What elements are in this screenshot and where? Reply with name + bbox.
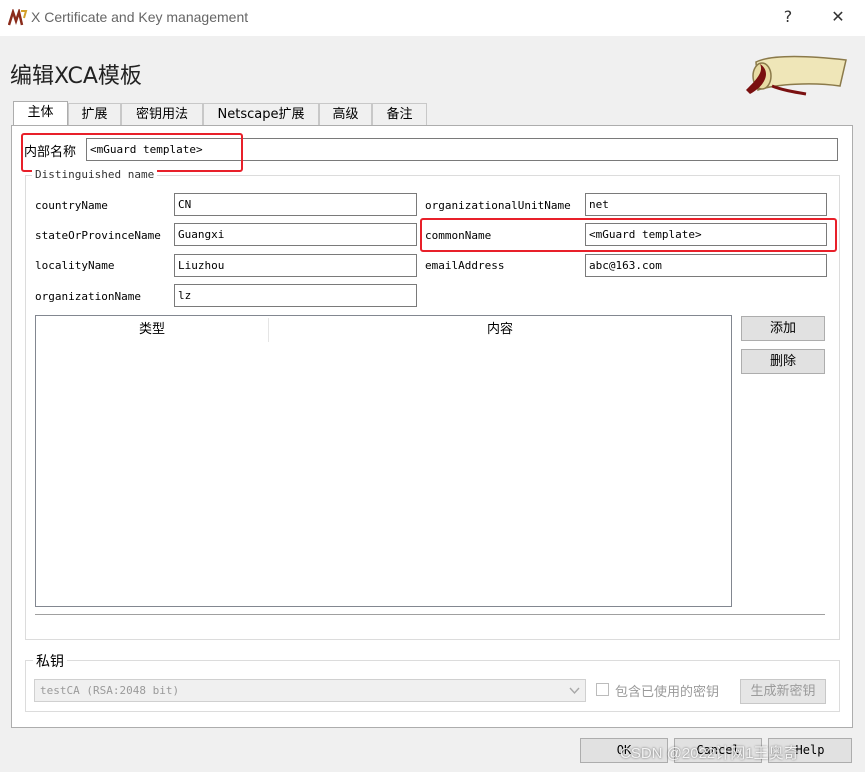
help-icon[interactable]: ? xyxy=(776,7,800,26)
scroll-logo-icon xyxy=(746,55,847,96)
organization-label: organizationName xyxy=(35,290,141,303)
country-name-input[interactable]: CN xyxy=(174,193,417,216)
locality-input[interactable]: Liuzhou xyxy=(174,254,417,277)
include-used-keys-checkbox[interactable] xyxy=(596,683,609,696)
csdn-watermark: CSDN @2022计网1王奥奇 xyxy=(620,745,799,762)
highlight-box-common-name xyxy=(420,218,837,252)
column-header-content[interactable]: 内容 xyxy=(269,316,731,344)
close-icon[interactable]: ✕ xyxy=(826,7,850,26)
state-input[interactable]: Guangxi xyxy=(174,223,417,246)
tab-extensions[interactable]: 扩展 xyxy=(68,103,121,125)
locality-label: localityName xyxy=(35,259,115,272)
tab-key-usage[interactable]: 密钥用法 xyxy=(121,103,203,125)
organization-input[interactable]: lz xyxy=(174,284,417,307)
private-key-select[interactable]: testCA (RSA:2048 bit) xyxy=(34,679,586,702)
state-label: stateOrProvinceName xyxy=(35,229,161,242)
private-key-selected-value: testCA (RSA:2048 bit) xyxy=(40,684,180,697)
country-name-label: countryName xyxy=(35,199,108,212)
email-label: emailAddress xyxy=(425,259,505,272)
xca-app-icon xyxy=(8,9,28,26)
column-header-type[interactable]: 类型 xyxy=(36,316,268,344)
highlight-box-internal-name xyxy=(21,133,243,172)
include-used-keys-label: 包含已使用的密钥 xyxy=(615,685,720,700)
org-unit-label: organizationalUnitName xyxy=(425,199,571,212)
distinguished-name-legend: Distinguished name xyxy=(32,168,158,181)
window-titlebar: X Certificate and Key management ? ✕ xyxy=(0,0,865,36)
separator-line xyxy=(35,614,825,615)
delete-button[interactable]: 删除 xyxy=(741,349,825,374)
tab-comment[interactable]: 备注 xyxy=(372,103,427,125)
tab-advanced[interactable]: 高级 xyxy=(319,103,372,125)
tab-subject[interactable]: 主体 xyxy=(13,101,68,126)
private-key-legend: 私钥 xyxy=(33,651,67,671)
generate-key-button[interactable]: 生成新密钥 xyxy=(740,679,826,704)
email-input[interactable]: abc@163.com xyxy=(585,254,827,277)
extra-entries-table[interactable] xyxy=(35,315,732,607)
org-unit-input[interactable]: net xyxy=(585,193,827,216)
chevron-down-icon xyxy=(569,687,580,695)
add-button[interactable]: 添加 xyxy=(741,316,825,341)
dialog-title: 编辑XCA模板 xyxy=(10,64,142,89)
tab-netscape[interactable]: Netscape扩展 xyxy=(203,103,319,125)
window-title: X Certificate and Key management xyxy=(31,9,249,25)
